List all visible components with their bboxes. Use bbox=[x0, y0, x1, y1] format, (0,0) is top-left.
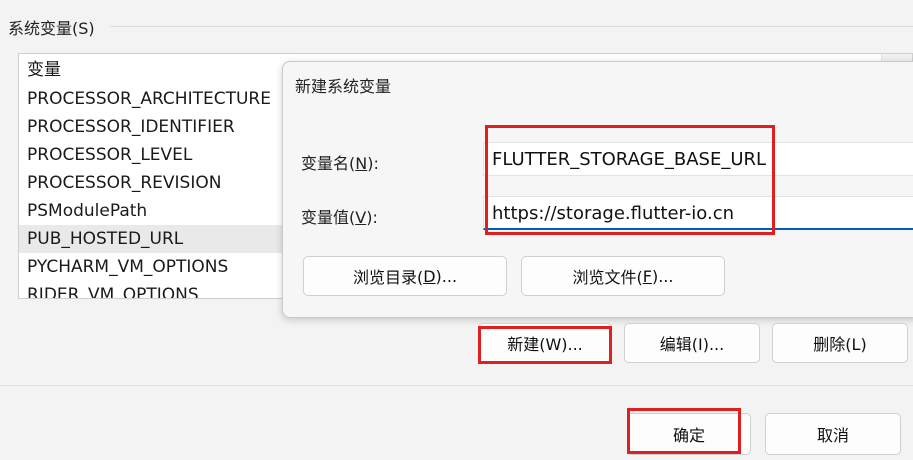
group-divider bbox=[110, 26, 913, 27]
delete-variable-button[interactable]: 删除(L) bbox=[772, 323, 908, 363]
variable-value-label: 变量值(V): bbox=[301, 208, 378, 227]
new-variable-button[interactable]: 新建(W)... bbox=[478, 323, 612, 363]
variable-name-input[interactable]: FLUTTER_STORAGE_BASE_URL bbox=[483, 142, 913, 176]
system-variables-group-title: 系统变量(S) bbox=[8, 19, 95, 38]
browse-directory-button[interactable]: 浏览目录(D)... bbox=[303, 256, 507, 296]
edit-variable-button[interactable]: 编辑(I)... bbox=[624, 323, 760, 363]
variable-value-input[interactable]: https://storage.flutter-io.cn bbox=[483, 196, 913, 230]
dialog-title: 新建系统变量 bbox=[295, 77, 392, 96]
bottom-divider bbox=[0, 385, 913, 386]
browse-file-button[interactable]: 浏览文件(F)... bbox=[521, 256, 725, 296]
cancel-button[interactable]: 取消 bbox=[765, 413, 901, 455]
variable-name-label: 变量名(N): bbox=[301, 154, 379, 173]
ok-button[interactable]: 确定 bbox=[627, 413, 751, 455]
new-system-variable-dialog: 新建系统变量 变量名(N): FLUTTER_STORAGE_BASE_URL … bbox=[282, 61, 913, 318]
